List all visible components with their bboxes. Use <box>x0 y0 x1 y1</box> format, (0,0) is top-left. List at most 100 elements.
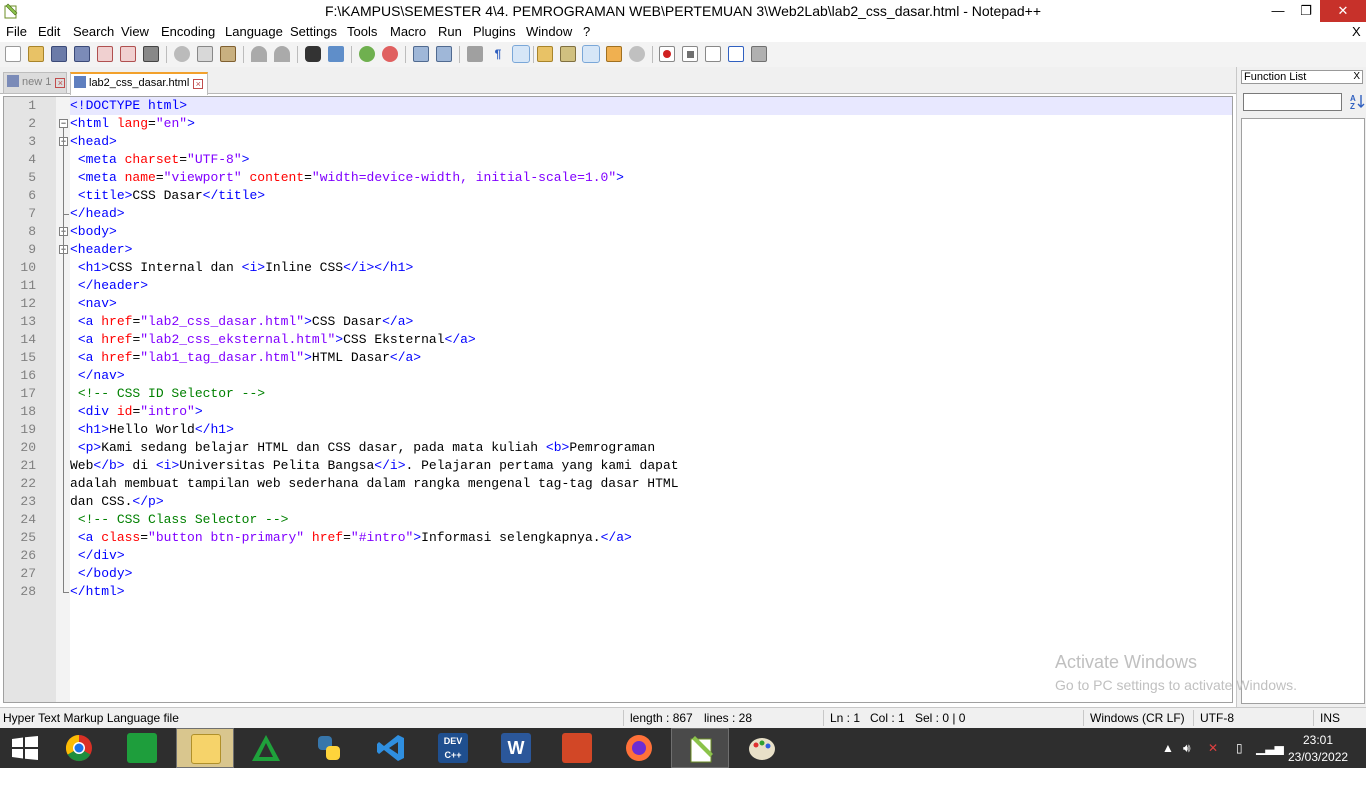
menu-run[interactable]: Run <box>438 24 462 39</box>
volume-icon[interactable]: 🔊︎ <box>1183 741 1191 756</box>
menu-encoding[interactable]: Encoding <box>161 24 215 39</box>
code-line[interactable]: <meta name="viewport" content="width=dev… <box>70 169 624 187</box>
function-list-icon[interactable] <box>582 45 600 63</box>
word-wrap-icon[interactable] <box>467 46 483 62</box>
code-line[interactable]: <!DOCTYPE html> <box>70 97 187 115</box>
replace-icon[interactable] <box>328 46 344 62</box>
code-line[interactable]: </body> <box>70 565 133 583</box>
code-line[interactable]: <a class="button btn-primary" href="#int… <box>70 529 632 547</box>
clock-time[interactable]: 23:01 <box>1288 733 1348 747</box>
code-line[interactable]: <head> <box>70 133 117 151</box>
sync-horizontal-icon[interactable] <box>436 46 452 62</box>
zoom-in-icon[interactable] <box>359 46 375 62</box>
status-line-number[interactable]: Ln : 1 <box>830 711 860 725</box>
folder-workspace-icon[interactable] <box>606 46 622 62</box>
status-selection[interactable]: Sel : 0 | 0 <box>915 711 965 725</box>
code-line[interactable]: </header> <box>70 277 148 295</box>
cut-icon[interactable] <box>174 46 190 62</box>
taskbar-powerpoint[interactable] <box>548 728 606 768</box>
code-line[interactable]: <div id="intro"> <box>70 403 203 421</box>
menu-search[interactable]: Search <box>73 24 114 39</box>
taskbar-chrome[interactable] <box>50 728 108 768</box>
paste-icon[interactable] <box>220 46 236 62</box>
code-line[interactable]: <!-- CSS Class Selector --> <box>70 511 289 529</box>
battery-icon[interactable]: ▯ <box>1236 741 1243 755</box>
close-document-button[interactable]: X <box>1352 24 1361 39</box>
taskbar-vscode[interactable] <box>362 728 420 768</box>
code-line[interactable]: adalah membuat tampilan web sederhana da… <box>70 475 679 493</box>
status-insert-mode[interactable]: INS <box>1320 711 1340 725</box>
function-list-tree[interactable] <box>1241 118 1365 704</box>
menu-view[interactable]: View <box>121 24 149 39</box>
taskbar-word[interactable]: W <box>487 728 545 768</box>
sort-icon[interactable]: A Z <box>1349 93 1365 109</box>
show-hidden-icons-icon[interactable]: ▲ <box>1162 741 1174 755</box>
menu-file[interactable]: File <box>6 24 27 39</box>
clock-date[interactable]: 23/03/2022 <box>1288 750 1348 764</box>
code-line[interactable]: <!-- CSS ID Selector --> <box>70 385 265 403</box>
save-all-icon[interactable] <box>74 46 90 62</box>
tab-new-1[interactable]: new 1 × <box>3 72 67 94</box>
code-line[interactable]: dan CSS.</p> <box>70 493 164 511</box>
close-window-button[interactable]: ✕ <box>1320 0 1366 22</box>
stop-macro-icon[interactable] <box>682 46 698 62</box>
menu-tools[interactable]: Tools <box>347 24 377 39</box>
find-icon[interactable] <box>305 46 321 62</box>
code-line[interactable]: <meta charset="UTF-8"> <box>70 151 250 169</box>
code-line[interactable]: </div> <box>70 547 125 565</box>
taskbar-store[interactable] <box>113 728 171 768</box>
code-line[interactable]: <body> <box>70 223 117 241</box>
taskbar-notepadpp[interactable] <box>671 728 729 768</box>
menu-help[interactable]: ? <box>583 24 590 39</box>
code-line[interactable]: </html> <box>70 583 125 601</box>
fold-toggle-icon[interactable]: − <box>59 119 68 128</box>
zoom-out-icon[interactable] <box>382 46 398 62</box>
save-icon[interactable] <box>51 46 67 62</box>
code-editor[interactable]: 1 2 3 4 5 6 7 8 9 10 11 12 13 14 15 16 17 18 19 20 21 22 23 24 2… <box>3 96 1233 703</box>
code-line[interactable]: <a href="lab1_tag_dasar.html">HTML Dasar… <box>70 349 421 367</box>
status-column[interactable]: Col : 1 <box>870 711 905 725</box>
taskbar-dev-cpp[interactable]: DEV C++ <box>424 728 482 768</box>
menu-edit[interactable]: Edit <box>38 24 60 39</box>
menu-language[interactable]: Language <box>225 24 283 39</box>
indent-guide-icon[interactable] <box>512 45 530 63</box>
code-line[interactable]: <h1>CSS Internal dan <i>Inline CSS</i></… <box>70 259 413 277</box>
code-line[interactable]: <a href="lab2_css_eksternal.html">CSS Ek… <box>70 331 476 349</box>
code-area[interactable]: <!DOCTYPE html> <html lang="en"> <head> <m… <box>70 97 1232 702</box>
menu-window[interactable]: Window <box>526 24 572 39</box>
print-icon[interactable] <box>143 46 159 62</box>
taskbar-paint[interactable] <box>733 728 791 768</box>
code-line[interactable]: <html lang="en"> <box>70 115 195 133</box>
status-encoding[interactable]: UTF-8 <box>1200 711 1234 725</box>
minimize-button[interactable]: — <box>1264 0 1292 22</box>
user-language-icon[interactable] <box>537 46 553 62</box>
play-macro-icon[interactable] <box>705 46 721 62</box>
close-tab-icon[interactable]: × <box>193 79 204 89</box>
menu-settings[interactable]: Settings <box>290 24 337 39</box>
code-line[interactable]: <nav> <box>70 295 117 313</box>
code-line[interactable]: Web</b> di <i>Universitas Pelita Bangsa<… <box>70 457 679 475</box>
close-tab-icon[interactable]: × <box>55 78 66 88</box>
new-file-icon[interactable] <box>5 46 21 62</box>
sync-vertical-icon[interactable] <box>413 46 429 62</box>
undo-icon[interactable] <box>251 46 267 62</box>
maximize-button[interactable]: ❐ <box>1292 0 1320 22</box>
status-eol[interactable]: Windows (CR LF) <box>1090 711 1185 725</box>
function-list-search-input[interactable] <box>1243 93 1342 111</box>
code-line[interactable]: </head> <box>70 205 125 223</box>
taskbar-python[interactable] <box>300 728 358 768</box>
signal-icon[interactable]: ▁▃▅ <box>1256 741 1284 755</box>
show-all-chars-icon[interactable]: ¶ <box>490 46 506 62</box>
close-panel-icon[interactable]: X <box>1353 71 1360 83</box>
document-map-icon[interactable] <box>560 46 576 62</box>
redo-icon[interactable] <box>274 46 290 62</box>
code-line[interactable]: <header> <box>70 241 132 259</box>
close-icon[interactable] <box>97 46 113 62</box>
run-macro-multiple-icon[interactable] <box>728 46 744 62</box>
code-line[interactable]: <a href="lab2_css_dasar.html">CSS Dasar<… <box>70 313 414 331</box>
save-macro-icon[interactable] <box>751 46 767 62</box>
tab-lab2-css-dasar[interactable]: lab2_css_dasar.html × <box>70 72 208 95</box>
copy-icon[interactable] <box>197 46 213 62</box>
network-warning-icon[interactable]: ✕ <box>1208 741 1218 755</box>
record-macro-icon[interactable] <box>659 46 675 62</box>
